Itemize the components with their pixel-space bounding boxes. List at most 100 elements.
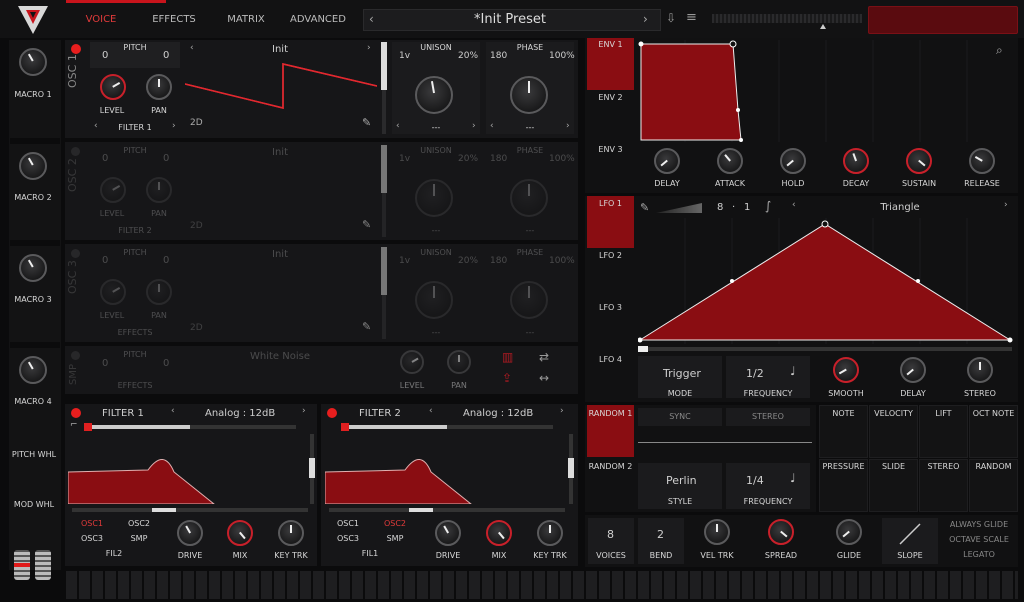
- filter2-power-toggle[interactable]: [327, 408, 337, 418]
- lfo-stereo-knob[interactable]: [967, 357, 993, 383]
- preset-prev-icon[interactable]: ‹: [369, 12, 374, 26]
- smp-keytrack-icon[interactable]: ▥: [502, 350, 513, 364]
- smp-sample-name[interactable]: White Noise: [240, 351, 320, 362]
- osc3-phase-rand[interactable]: 100%: [549, 256, 575, 266]
- osc2-unison-mode[interactable]: ---: [418, 226, 454, 235]
- osc2-wave-name[interactable]: Init: [260, 147, 300, 158]
- tab-effects[interactable]: EFFECTS: [144, 14, 204, 25]
- lfo-paint-icon[interactable]: ✎: [640, 201, 649, 214]
- osc1-wave-name[interactable]: Init: [260, 44, 300, 55]
- osc1-filter-route[interactable]: FILTER 1: [110, 123, 160, 132]
- volume-meter[interactable]: [712, 14, 862, 23]
- osc1-filter-prev-icon[interactable]: ‹: [94, 121, 98, 131]
- osc2-phase-rand[interactable]: 100%: [549, 154, 575, 164]
- osc1-phase-value[interactable]: 180: [490, 51, 507, 61]
- osc1-phase-prev-icon[interactable]: ‹: [490, 121, 494, 131]
- random-note-icon[interactable]: ♩: [790, 471, 796, 485]
- env-release-knob[interactable]: [969, 148, 995, 174]
- osc1-waveform[interactable]: [185, 58, 377, 114]
- osc1-phase-next-icon[interactable]: ›: [566, 121, 570, 131]
- smp-loop-icon[interactable]: ⇄: [539, 350, 549, 364]
- filter1-resonance-slider[interactable]: [309, 434, 315, 504]
- filter1-src-smp[interactable]: SMP: [117, 534, 161, 543]
- lfo-phase-slider[interactable]: [638, 346, 1012, 352]
- glide-knob[interactable]: [836, 519, 862, 545]
- env-hold-knob[interactable]: [780, 148, 806, 174]
- osc1-wave-prev-icon[interactable]: ‹: [190, 43, 194, 53]
- tab-random-1[interactable]: RANDOM 1: [587, 409, 634, 418]
- osc2-mode[interactable]: 2D: [190, 221, 203, 231]
- always-glide-toggle[interactable]: ALWAYS GLIDE: [944, 520, 1014, 529]
- filter1-prev-icon[interactable]: ‹: [171, 406, 175, 416]
- osc1-unison-detune[interactable]: 20%: [458, 51, 478, 61]
- preset-next-icon[interactable]: ›: [643, 12, 648, 26]
- osc2-filter-route[interactable]: FILTER 2: [110, 226, 160, 235]
- tab-lfo-2[interactable]: LFO 2: [587, 251, 634, 260]
- osc1-edit-icon[interactable]: ✎: [362, 116, 371, 129]
- lfo-note-icon[interactable]: ♩: [790, 364, 796, 378]
- osc2-unison-voices[interactable]: 1v: [399, 154, 410, 164]
- osc3-filter-route[interactable]: EFFECTS: [110, 328, 160, 337]
- tab-env-3[interactable]: ENV 3: [587, 145, 634, 154]
- osc1-power-toggle[interactable]: [71, 44, 81, 54]
- tab-env-2[interactable]: ENV 2: [587, 93, 634, 102]
- filter2-src-osc3[interactable]: OSC3: [326, 534, 370, 543]
- osc2-pitch-semitone[interactable]: 0: [102, 153, 108, 164]
- menu-icon[interactable]: ≡: [686, 10, 697, 25]
- filter2-type[interactable]: Analog : 12dB: [463, 408, 533, 419]
- filter1-src-osc2[interactable]: OSC2: [117, 519, 161, 528]
- env-graph[interactable]: [638, 40, 1014, 142]
- filter1-keytrack-knob[interactable]: [278, 520, 304, 546]
- osc2-level-slider[interactable]: [381, 145, 387, 237]
- smp-bounce-icon[interactable]: ⇪: [502, 371, 512, 385]
- osc1-pitch-semitone[interactable]: 0: [102, 50, 108, 61]
- legato-toggle[interactable]: LEGATO: [944, 550, 1014, 559]
- osc3-mode[interactable]: 2D: [190, 323, 203, 333]
- osc2-edit-icon[interactable]: ✎: [362, 218, 371, 231]
- osc1-unison-next-icon[interactable]: ›: [472, 121, 476, 131]
- lfo-smooth-knob[interactable]: [833, 357, 859, 383]
- smp-filter-route[interactable]: EFFECTS: [110, 381, 160, 390]
- osc3-unison-mode[interactable]: ---: [418, 328, 454, 337]
- macro-1-knob[interactable]: [19, 48, 47, 76]
- tab-voice[interactable]: VOICE: [70, 14, 132, 25]
- filter1-blend-slider[interactable]: [84, 423, 296, 431]
- filter2-next-icon[interactable]: ›: [560, 406, 564, 416]
- filter2-resonance-slider[interactable]: [568, 434, 574, 504]
- osc2-pan-knob[interactable]: [146, 177, 172, 203]
- env-sustain-knob[interactable]: [906, 148, 932, 174]
- filter2-mix-knob[interactable]: [486, 520, 512, 546]
- filter1-mix-knob[interactable]: [227, 520, 253, 546]
- osc3-phase-value[interactable]: 180: [490, 256, 507, 266]
- osc3-power-toggle[interactable]: [71, 249, 80, 258]
- osc3-wave-name[interactable]: Init: [260, 249, 300, 260]
- osc3-edit-icon[interactable]: ✎: [362, 320, 371, 333]
- smp-pitch-semitone[interactable]: 0: [102, 358, 108, 369]
- filter1-cutoff-slider[interactable]: [72, 508, 308, 512]
- osc1-phase-knob[interactable]: [510, 76, 548, 114]
- env-zoom-icon[interactable]: ⌕: [996, 43, 1003, 58]
- filter2-drive-knob[interactable]: [435, 520, 461, 546]
- filter1-src-fil[interactable]: FIL2: [92, 549, 136, 558]
- smp-pitch-cents[interactable]: 0: [163, 358, 169, 369]
- tab-env-1[interactable]: ENV 1: [587, 40, 634, 49]
- env-delay-knob[interactable]: [654, 148, 680, 174]
- osc1-filter-next-icon[interactable]: ›: [172, 121, 176, 131]
- tab-lfo-4[interactable]: LFO 4: [587, 355, 634, 364]
- osc1-unison-knob[interactable]: [415, 76, 453, 114]
- filter2-src-fil[interactable]: FIL1: [348, 549, 392, 558]
- random-graph[interactable]: [638, 442, 812, 443]
- filter1-next-icon[interactable]: ›: [302, 406, 306, 416]
- smp-random-icon[interactable]: ↔: [539, 371, 549, 385]
- filter2-keytrack-knob[interactable]: [537, 520, 563, 546]
- osc3-pan-knob[interactable]: [146, 279, 172, 305]
- spread-knob[interactable]: [768, 519, 794, 545]
- octave-scale-toggle[interactable]: OCTAVE SCALE: [944, 535, 1014, 544]
- osc1-pitch-cents[interactable]: 0: [163, 50, 169, 61]
- mod-wheel[interactable]: [35, 550, 51, 580]
- filter2-src-smp[interactable]: SMP: [373, 534, 417, 543]
- tab-advanced[interactable]: ADVANCED: [288, 14, 348, 25]
- osc1-mode[interactable]: 2D: [190, 118, 203, 128]
- filter2-blend-slider[interactable]: [341, 423, 553, 431]
- osc3-pitch-cents[interactable]: 0: [163, 255, 169, 266]
